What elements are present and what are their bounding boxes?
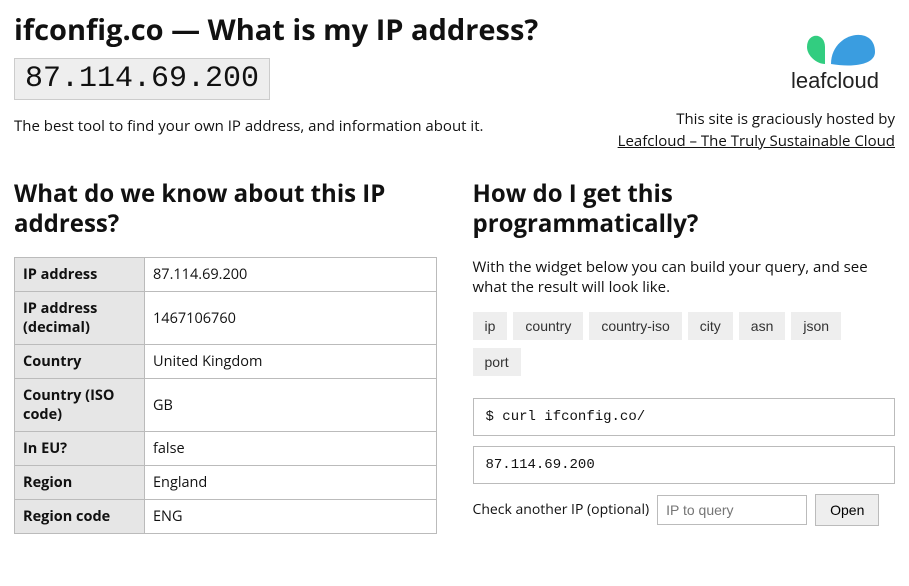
table-row: RegionEngland bbox=[15, 466, 437, 500]
ip-address-display: 87.114.69.200 bbox=[14, 58, 270, 100]
table-key: Region bbox=[15, 466, 145, 500]
query-chip-row: ipcountrycountry-isocityasnjson port bbox=[473, 312, 896, 384]
table-row: IP address (decimal)1467106760 bbox=[15, 292, 437, 345]
query-chip-port[interactable]: port bbox=[473, 348, 521, 376]
api-heading: How do I get this programmatically? bbox=[473, 179, 896, 239]
table-value: ENG bbox=[145, 500, 437, 534]
page-title: ifconfig.co — What is my IP address? bbox=[14, 12, 598, 48]
sponsor-logo: leafcloud bbox=[618, 12, 895, 103]
query-chip-asn[interactable]: asn bbox=[739, 312, 786, 340]
table-key: In EU? bbox=[15, 432, 145, 466]
ip-query-input[interactable] bbox=[657, 495, 807, 525]
table-row: CountryUnited Kingdom bbox=[15, 345, 437, 379]
table-key: Region code bbox=[15, 500, 145, 534]
table-key: IP address bbox=[15, 258, 145, 292]
table-row: In EU?false bbox=[15, 432, 437, 466]
sponsor-intro: This site is graciously hosted by bbox=[618, 109, 895, 129]
svg-text:leafcloud: leafcloud bbox=[791, 68, 879, 93]
sponsor-link[interactable]: Leafcloud – The Truly Sustainable Cloud bbox=[618, 131, 895, 151]
check-ip-label: Check another IP (optional) bbox=[473, 500, 650, 519]
table-value: United Kingdom bbox=[145, 345, 437, 379]
query-chip-json[interactable]: json bbox=[791, 312, 841, 340]
table-value: England bbox=[145, 466, 437, 500]
table-value: GB bbox=[145, 379, 437, 432]
ip-info-table: IP address87.114.69.200IP address (decim… bbox=[14, 257, 437, 534]
table-value: 87.114.69.200 bbox=[145, 258, 437, 292]
table-key: IP address (decimal) bbox=[15, 292, 145, 345]
tagline: The best tool to find your own IP addres… bbox=[14, 116, 598, 136]
api-intro: With the widget below you can build your… bbox=[473, 257, 896, 298]
table-row: Country (ISO code)GB bbox=[15, 379, 437, 432]
table-value: 1467106760 bbox=[145, 292, 437, 345]
table-key: Country (ISO code) bbox=[15, 379, 145, 432]
table-row: Region codeENG bbox=[15, 500, 437, 534]
curl-result: 87.114.69.200 bbox=[473, 446, 896, 484]
query-chip-city[interactable]: city bbox=[688, 312, 733, 340]
open-button[interactable]: Open bbox=[815, 494, 879, 526]
table-key: Country bbox=[15, 345, 145, 379]
info-heading: What do we know about this IP address? bbox=[14, 179, 437, 239]
curl-command: $ curl ifconfig.co/ bbox=[473, 398, 896, 436]
query-chip-country[interactable]: country bbox=[513, 312, 583, 340]
query-chip-ip[interactable]: ip bbox=[473, 312, 508, 340]
query-chip-country-iso[interactable]: country-iso bbox=[589, 312, 681, 340]
table-value: false bbox=[145, 432, 437, 466]
table-row: IP address87.114.69.200 bbox=[15, 258, 437, 292]
